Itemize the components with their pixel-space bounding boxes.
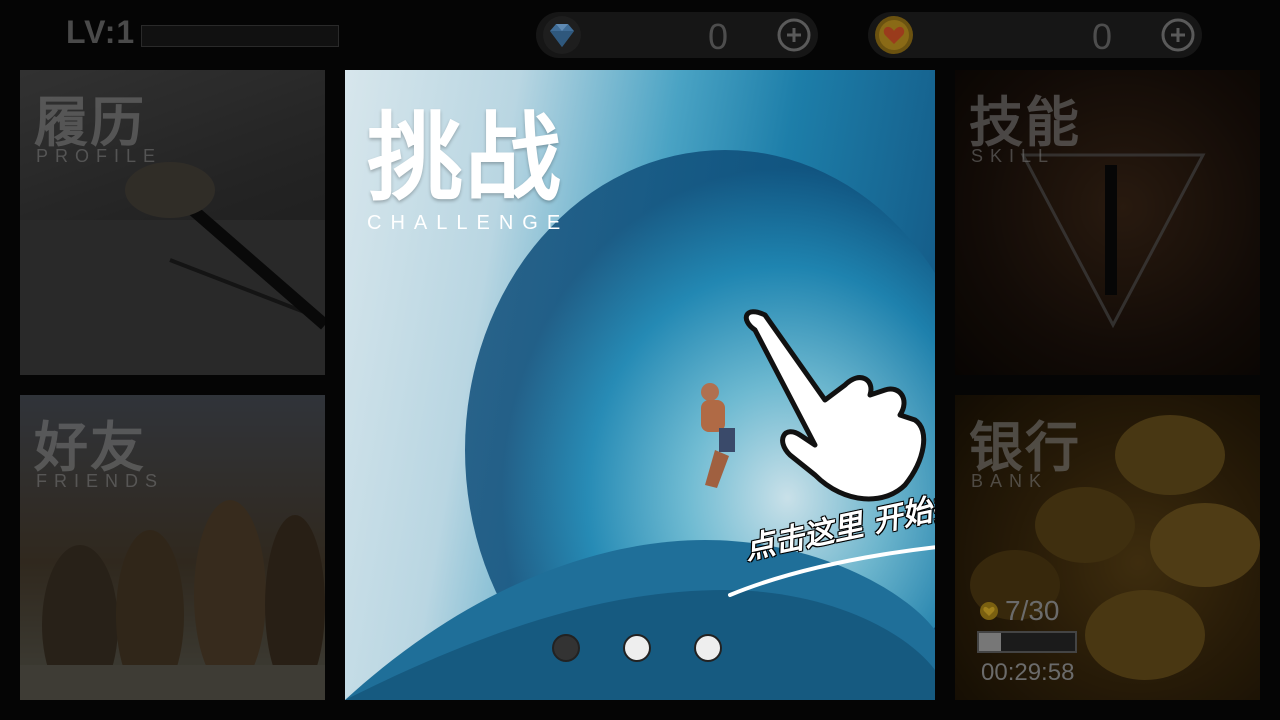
challenge-title: 挑战 (367, 102, 563, 214)
bank-progress-bar (977, 631, 1077, 653)
add-gems-button[interactable] (776, 17, 812, 53)
gem-counter: 0 (536, 12, 818, 58)
bank-timer: 00:29:58 (981, 659, 1075, 686)
xp-bar (141, 25, 339, 47)
pager-dot-1[interactable] (552, 634, 580, 662)
bank-tile[interactable]: 银行 BANK 7/30 00:29:58 (955, 395, 1260, 700)
gem-count: 0 (707, 16, 728, 57)
tile-subtitle: FRIENDS (36, 471, 165, 491)
pager-dot-2[interactable] (623, 634, 651, 662)
heart-count: 0 (1091, 16, 1112, 57)
level-label: LV:1 (66, 14, 136, 50)
bank-heart-count: 7/30 (1005, 595, 1060, 626)
heart-coin-icon (875, 16, 913, 54)
profile-tile[interactable]: 履历 PROFILE (20, 70, 325, 375)
skills-tile[interactable]: 技能 SKILL (955, 70, 1260, 375)
tile-subtitle: PROFILE (36, 146, 163, 166)
challenge-subtitle: CHALLENGE (367, 212, 570, 234)
add-hearts-button[interactable] (1160, 17, 1196, 53)
friends-tile[interactable]: 好友 FRIENDS (20, 395, 325, 700)
heart-counter: 0 (868, 12, 1202, 58)
diamond-icon (543, 16, 581, 54)
bank-progress-fill (979, 633, 1002, 651)
tile-subtitle: SKILL (971, 146, 1056, 166)
pager-dot-3[interactable] (694, 634, 722, 662)
tile-subtitle: BANK (971, 471, 1049, 491)
challenge-tile[interactable]: 挑战 CHALLENGE 点击这里 开始挑战 (345, 70, 935, 700)
